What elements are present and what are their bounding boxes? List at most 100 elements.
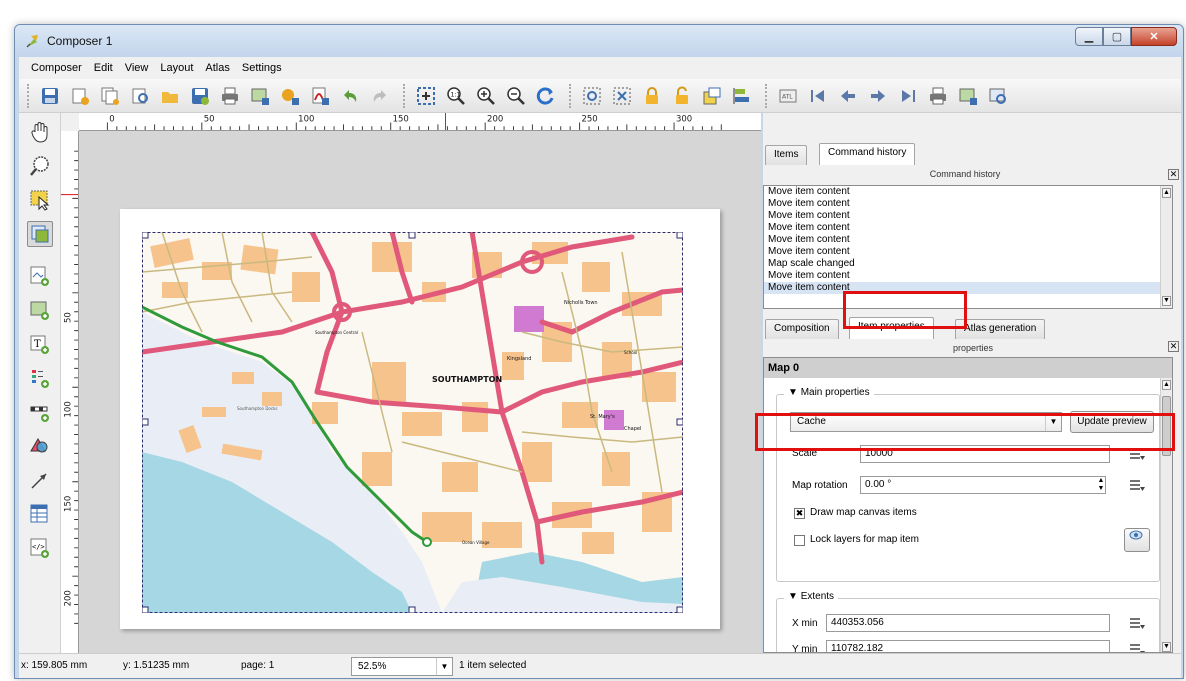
zoom-100-icon[interactable]: 1:1 — [443, 83, 469, 109]
select-move-item-icon[interactable] — [27, 187, 53, 213]
redo-icon[interactable] — [367, 83, 393, 109]
history-item[interactable]: Move item content — [764, 198, 1172, 210]
composer-canvas[interactable]: 0 50 100 150 200 250 300 50 100 150 200 — [61, 113, 761, 653]
add-html-frame-icon[interactable]: </> — [27, 535, 53, 561]
group-items-icon[interactable] — [579, 83, 605, 109]
unlock-items-icon[interactable] — [669, 83, 695, 109]
menu-layout[interactable]: Layout — [160, 62, 193, 74]
scroll-down-icon[interactable]: ▼ — [1162, 642, 1171, 652]
menu-settings[interactable]: Settings — [242, 62, 282, 74]
add-attribute-table-icon[interactable] — [27, 501, 53, 527]
refresh-icon[interactable] — [533, 83, 559, 109]
last-feature-icon[interactable] — [895, 83, 921, 109]
map-item[interactable]: SOUTHAMPTON Southampton Docks Kingsland … — [142, 232, 683, 613]
save-project-icon[interactable] — [37, 83, 63, 109]
data-defined-rotation-icon[interactable] — [1126, 476, 1148, 494]
toolbar-grip[interactable] — [27, 83, 33, 108]
horizontal-ruler[interactable]: 0 50 100 150 200 250 300 — [79, 113, 761, 131]
zoom-tool-icon[interactable] — [27, 153, 53, 179]
tab-items[interactable]: Items — [765, 145, 808, 165]
composer-manager-icon[interactable] — [127, 83, 153, 109]
history-item[interactable]: Map scale changed — [764, 258, 1172, 270]
composer-tools: T </> — [19, 113, 61, 653]
scroll-down-icon[interactable]: ▼ — [1162, 296, 1171, 306]
zoom-select[interactable]: 52.5% ▼ — [351, 657, 453, 676]
history-scrollbar[interactable]: ▲ ▼ — [1160, 186, 1172, 308]
history-item[interactable]: Move item content — [764, 246, 1172, 258]
menu-atlas[interactable]: Atlas — [205, 62, 229, 74]
data-defined-xmin-icon[interactable] — [1126, 614, 1148, 632]
extents-label: Extents — [800, 591, 835, 602]
add-label-icon[interactable]: T — [27, 331, 53, 357]
properties-dock-close-icon[interactable]: ✕ — [1168, 341, 1179, 352]
add-shape-icon[interactable] — [27, 433, 53, 459]
zoom-in-icon[interactable] — [473, 83, 499, 109]
history-item[interactable]: Move item content — [764, 270, 1172, 282]
menu-edit[interactable]: Edit — [94, 62, 113, 74]
export-atlas-icon[interactable] — [955, 83, 981, 109]
tab-composition[interactable]: Composition — [765, 319, 839, 339]
history-item[interactable]: Move item content — [764, 210, 1172, 222]
maximize-button[interactable]: ▢ — [1103, 27, 1131, 46]
add-legend-icon[interactable] — [27, 365, 53, 391]
vertical-ruler[interactable]: 50 100 150 200 — [61, 131, 79, 653]
atlas-preview-icon[interactable]: ATL — [775, 83, 801, 109]
history-item[interactable]: Move item content — [764, 186, 1172, 198]
history-dock-close-icon[interactable]: ✕ — [1168, 169, 1179, 180]
history-item-selected[interactable]: Move item content — [764, 282, 1172, 294]
pan-hand-icon[interactable] — [27, 119, 53, 145]
toolbar-separator — [403, 83, 411, 108]
tab-atlas-generation[interactable]: Atlas generation — [955, 319, 1046, 339]
open-folder-icon[interactable] — [157, 83, 183, 109]
xmin-input[interactable]: 440353.056 — [826, 614, 1110, 632]
add-scalebar-icon[interactable] — [27, 399, 53, 425]
main-properties-label: Main properties — [800, 387, 870, 398]
ungroup-items-icon[interactable] — [609, 83, 635, 109]
zoom-out-icon[interactable] — [503, 83, 529, 109]
map-label-quays: Ocean Village — [462, 540, 490, 545]
save-template-icon[interactable] — [187, 83, 213, 109]
map-rotation-input[interactable]: 0.00 ° — [860, 476, 1106, 494]
previous-feature-icon[interactable] — [835, 83, 861, 109]
print-icon[interactable] — [217, 83, 243, 109]
add-map-icon[interactable] — [27, 263, 53, 289]
align-items-icon[interactable] — [729, 83, 755, 109]
scroll-up-icon[interactable]: ▲ — [1162, 188, 1171, 198]
new-composer-icon[interactable] — [67, 83, 93, 109]
menu-composer[interactable]: Composer — [31, 62, 82, 74]
close-button[interactable]: ✕ — [1131, 27, 1177, 46]
export-pdf-icon[interactable] — [307, 83, 333, 109]
lock-items-icon[interactable] — [639, 83, 665, 109]
ruler-top-label: 300 — [676, 115, 692, 125]
scroll-up-icon[interactable]: ▲ — [1162, 380, 1171, 390]
atlas-settings-icon[interactable] — [985, 83, 1011, 109]
map-label-chapel: Chapel — [624, 426, 641, 432]
main-properties-title[interactable]: ▼ Main properties — [784, 387, 874, 398]
extents-title[interactable]: ▼ Extents — [784, 591, 839, 602]
next-feature-icon[interactable] — [865, 83, 891, 109]
history-item[interactable]: Move item content — [764, 222, 1172, 234]
export-image-icon[interactable] — [247, 83, 273, 109]
move-item-content-icon[interactable] — [27, 221, 53, 247]
add-image-icon[interactable] — [27, 297, 53, 323]
lock-layers-checkbox[interactable] — [794, 535, 805, 546]
export-svg-icon[interactable] — [277, 83, 303, 109]
tab-command-history[interactable]: Command history — [819, 143, 916, 165]
draw-canvas-items-checkbox[interactable]: ✖ — [794, 508, 805, 519]
data-defined-ymin-icon[interactable] — [1126, 640, 1148, 652]
undo-icon[interactable] — [337, 83, 363, 109]
duplicate-composer-icon[interactable] — [97, 83, 123, 109]
minimize-button[interactable]: ▁ — [1075, 27, 1103, 46]
layer-presets-button[interactable] — [1124, 528, 1150, 552]
status-x-coordinate: x: 159.805 mm — [21, 660, 88, 671]
first-feature-icon[interactable] — [805, 83, 831, 109]
rotation-spinner[interactable]: ▲ ▼ — [1096, 477, 1106, 493]
zoom-full-icon[interactable] — [413, 83, 439, 109]
raise-items-icon[interactable] — [699, 83, 725, 109]
add-arrow-icon[interactable] — [27, 467, 53, 493]
menu-view[interactable]: View — [125, 62, 149, 74]
command-history-list[interactable]: Move item content Move item content Move… — [763, 185, 1173, 309]
history-item[interactable]: Move item content — [764, 234, 1172, 246]
print-atlas-icon[interactable] — [925, 83, 951, 109]
ymin-input[interactable]: 110782.182 — [826, 640, 1110, 652]
